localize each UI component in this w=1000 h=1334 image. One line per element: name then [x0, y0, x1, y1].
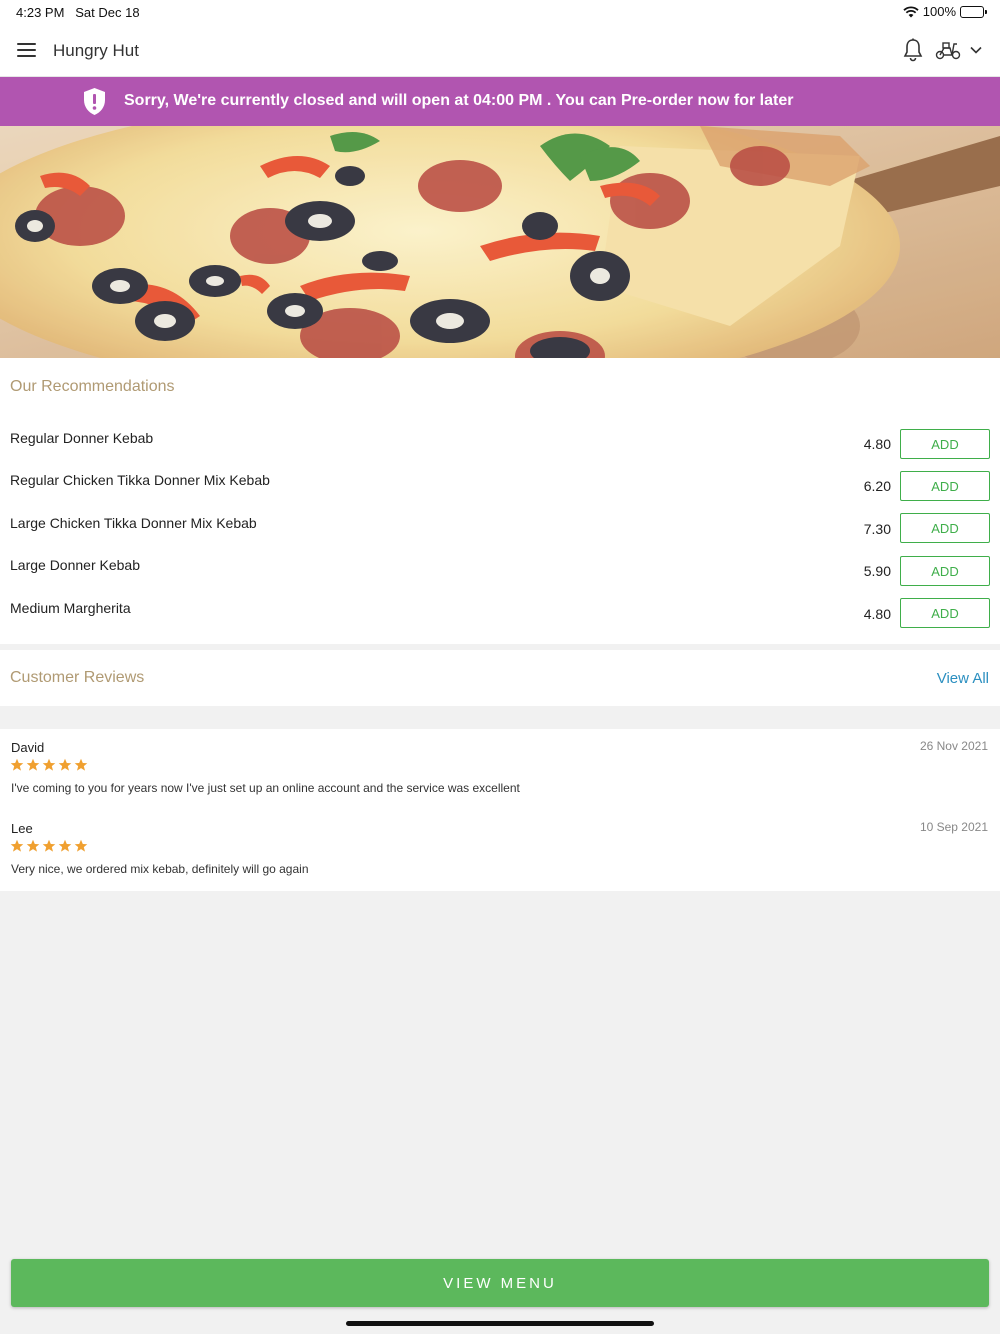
review-text: Very nice, we ordered mix kebab, definit…: [11, 862, 309, 876]
star-icon: [26, 839, 40, 852]
recommendation-item: Large Chicken Tikka Donner Mix Kebab 7.3…: [0, 513, 1000, 557]
star-icon: [74, 839, 88, 852]
item-name: Medium Margherita: [10, 600, 131, 616]
bell-icon[interactable]: [902, 38, 924, 62]
item-price: 7.30: [863, 521, 891, 537]
reviews-title: Customer Reviews: [10, 669, 145, 686]
item-name: Large Chicken Tikka Donner Mix Kebab: [10, 515, 257, 531]
closed-banner-text: Sorry, We're currently closed and will o…: [124, 92, 794, 109]
scooter-icon[interactable]: [935, 40, 961, 60]
star-icon: [58, 839, 72, 852]
item-price: 4.80: [863, 436, 891, 452]
battery-percent: 100%: [922, 4, 956, 19]
battery-icon: [960, 5, 987, 18]
recommendation-item: Large Donner Kebab 5.90 ADD: [0, 556, 1000, 599]
item-name: Large Donner Kebab: [10, 557, 140, 573]
reviews-list: David 26 Nov 2021 I've coming to you for…: [0, 729, 1000, 891]
star-icon: [42, 758, 56, 771]
status-bar: 4:23 PM Sat Dec 18 100%: [0, 0, 1000, 24]
review-text: I've coming to you for years now I've ju…: [11, 781, 520, 795]
reviewer-name: Lee: [11, 821, 33, 836]
star-icon: [74, 758, 88, 771]
chevron-down-icon[interactable]: [969, 43, 983, 57]
review-item: Lee 10 Sep 2021 Very nice, we ordered mi…: [0, 810, 1000, 890]
star-icon: [10, 839, 24, 852]
status-time: 4:23 PM Sat Dec 18: [16, 5, 140, 20]
star-rating: [10, 758, 88, 772]
reviewer-name: David: [11, 740, 45, 755]
recommendation-item: Medium Margherita 4.80 ADD: [0, 598, 1000, 642]
home-indicator: [346, 1321, 654, 1326]
add-button[interactable]: ADD: [900, 471, 990, 501]
add-button[interactable]: ADD: [900, 429, 990, 459]
view-all-link[interactable]: View All: [937, 670, 989, 687]
add-button[interactable]: ADD: [900, 513, 990, 543]
review-date: 26 Nov 2021: [919, 739, 988, 753]
item-price: 5.90: [863, 563, 891, 579]
app-header: Hungry Hut: [0, 24, 1000, 77]
recommendations-title: Our Recommendations: [10, 378, 175, 395]
star-icon: [26, 758, 40, 771]
review-date: 10 Sep 2021: [919, 820, 988, 834]
shield-alert-icon: [84, 88, 105, 115]
item-price: 6.20: [863, 478, 891, 494]
closed-banner: Sorry, We're currently closed and will o…: [0, 77, 1000, 126]
reviews-header: Customer Reviews View All: [0, 650, 1000, 706]
wifi-icon: [903, 5, 919, 17]
star-rating: [10, 839, 88, 853]
star-icon: [42, 839, 56, 852]
recommendation-item: Regular Donner Kebab 4.80 ADD: [0, 429, 1000, 472]
add-button[interactable]: ADD: [900, 556, 990, 586]
recommendations-section: Our Recommendations Regular Donner Kebab…: [0, 358, 1000, 644]
status-date: Sat Dec 18: [75, 5, 140, 20]
recommendation-item: Regular Chicken Tikka Donner Mix Kebab 6…: [0, 471, 1000, 514]
view-menu-button[interactable]: VIEW MENU: [11, 1259, 989, 1307]
add-button[interactable]: ADD: [900, 598, 990, 628]
star-icon: [58, 758, 72, 771]
menu-icon[interactable]: [17, 43, 36, 57]
star-icon: [10, 758, 24, 771]
status-indicators: 100%: [903, 4, 987, 19]
item-name: Regular Donner Kebab: [10, 430, 154, 446]
review-item: David 26 Nov 2021 I've coming to you for…: [0, 729, 1000, 809]
hero-pizza-image: [0, 126, 1000, 358]
item-price: 4.80: [863, 606, 891, 622]
item-name: Regular Chicken Tikka Donner Mix Kebab: [10, 472, 270, 488]
app-title: Hungry Hut: [53, 41, 139, 60]
status-clock: 4:23 PM: [16, 5, 65, 20]
